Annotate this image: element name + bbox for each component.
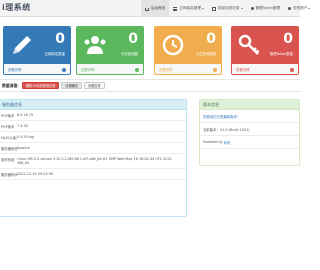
nav-check-records[interactable]: 绑定检测记录: [208, 0, 247, 17]
nav-records-label: 绑定检测记录: [217, 6, 240, 10]
user-icon: [250, 7, 254, 10]
view-details-label: 查看详情: [81, 68, 95, 72]
stat-card-header: 0 正网绑定数量: [4, 27, 70, 64]
view-details-label: 查看详情: [8, 68, 22, 72]
chevron-down-icon: [240, 8, 243, 9]
info-key: 服务器软件: [1, 146, 17, 151]
view-details-label: 查看详情: [236, 68, 250, 72]
nav-domain-management[interactable]: 正网域名管理: [169, 0, 208, 17]
chevron-down-icon: [201, 8, 204, 9]
current-version-row: 当前版本：V1.0 (Build 1001): [200, 123, 299, 136]
powered-by-row: Powered by 彩虹: [200, 136, 299, 149]
top-navbar: i理系统 后台首页 正网域名管理 绑定检测记录 管理Token管理 您的账户: [0, 0, 311, 17]
users-icon: [84, 36, 106, 54]
stat-label: 今日检测数: [121, 52, 138, 56]
clock-icon: [162, 34, 184, 56]
info-value: Apache: [17, 145, 30, 150]
server-info-title: 服务器信息: [0, 100, 186, 110]
info-row: PHP版本 7.4.30: [0, 121, 186, 132]
delete-old-records-button[interactable]: 删除15天前检测记录: [21, 82, 60, 89]
app-title[interactable]: i理系统: [2, 2, 31, 13]
stat-card-bindings: 0 正网绑定数量 查看详情 ›: [3, 26, 71, 75]
info-value: 8.0.18,75: [17, 112, 34, 117]
info-row: 服务器时间 2022-11-10 09:23:56: [0, 169, 186, 181]
pencil-icon: [13, 36, 31, 54]
nav-account[interactable]: 您的账户: [284, 0, 314, 17]
version-info-title: 版本信息: [200, 100, 299, 110]
powered-by-text: Powered by: [203, 140, 223, 144]
info-value: 2022-11-10 09:23:56: [17, 171, 54, 176]
stat-label: 正网绑定数量: [44, 52, 65, 56]
info-key: MySQL版本: [1, 135, 17, 140]
key-icon: [238, 34, 260, 55]
chevron-down-icon: [308, 8, 311, 9]
powered-by-link[interactable]: 彩虹: [224, 140, 231, 145]
info-value: Linux VM-0-3-centos 3.10.0-1160.66.1.el7…: [17, 156, 172, 166]
info-key: PHP版本: [1, 113, 15, 118]
nav-token-label: 管理Token管理: [255, 6, 281, 10]
stat-card-header: 0 管理Token数量: [232, 27, 298, 64]
nav-home[interactable]: 后台首页: [141, 0, 170, 17]
stat-label: 管理Token数量: [269, 52, 293, 56]
arrow-right-icon: ›: [62, 67, 66, 72]
clear-files-button[interactable]: 清理文件: [84, 82, 105, 89]
data-cleanup-label: 数据清理:: [2, 82, 19, 88]
stat-card-tokens: 0 管理Token数量 查看详情 ›: [231, 26, 299, 75]
clear-cache-button[interactable]: 清理缓存: [61, 82, 83, 89]
stat-value: 0: [283, 31, 293, 47]
server-info-panel: 服务器信息 PHP版本 8.0.18,75 PHP版本 7.4.30 MySQL…: [0, 99, 187, 217]
info-key: 服务器时间: [1, 172, 17, 177]
view-details-label: 查看详情: [159, 68, 173, 72]
info-row: PHP版本 8.0.18,75: [0, 110, 186, 121]
arrow-right-icon: ›: [213, 67, 217, 72]
version-info-panel: 版本信息 您使用的已是最新版本！ 当前版本：V1.0 (Build 1001) …: [199, 99, 300, 166]
stat-card-header: 0 今日检测数: [77, 27, 143, 64]
arrow-right-icon: ›: [290, 67, 294, 72]
view-details-link[interactable]: 查看详情 ›: [155, 64, 221, 74]
info-value: 5.5.55-log: [17, 134, 35, 139]
main-nav: 后台首页 正网域名管理 绑定检测记录 管理Token管理 您的账户: [141, 0, 314, 17]
stat-value: 0: [55, 31, 65, 47]
latest-version-notice[interactable]: 您使用的已是最新版本！: [203, 114, 240, 119]
stat-value: 0: [206, 31, 216, 47]
stat-card-checks: 0 今日检测数 查看详情 ›: [76, 26, 144, 75]
nav-account-label: 您的账户: [293, 6, 308, 10]
nav-domain-label: 正网域名管理: [179, 6, 201, 10]
view-details-link[interactable]: 查看详情 ›: [77, 64, 143, 74]
arrow-right-icon: ›: [135, 67, 139, 72]
info-row: MySQL版本 5.5.55-log: [0, 132, 186, 143]
home-icon: [145, 7, 149, 11]
stat-card-queries: 0 今日查询数量 查看详情 ›: [154, 26, 222, 75]
current-version-text: 当前版本：V1.0 (Build 1001): [203, 127, 250, 132]
nav-home-label: 后台首页: [151, 6, 166, 10]
version-status-row: 您使用的已是最新版本！: [200, 110, 299, 123]
stat-label: 今日查询数量: [195, 52, 216, 56]
calendar-icon: [211, 6, 216, 11]
view-details-link[interactable]: 查看详情 ›: [232, 64, 298, 74]
stat-card-header: 0 今日查询数量: [155, 27, 221, 64]
list-icon: [173, 6, 178, 11]
info-row: 操作系统 Linux VM-0-3-centos 3.10.0-1160.66.…: [0, 154, 186, 170]
data-cleanup-bar: 数据清理: 删除15天前检测记录 清理缓存 清理文件: [0, 79, 300, 92]
nav-token-management[interactable]: 管理Token管理: [247, 0, 285, 17]
view-details-link[interactable]: 查看详情 ›: [4, 64, 70, 74]
info-key: 操作系统: [1, 157, 15, 162]
stat-value: 0: [128, 31, 138, 47]
info-value: 7.4.30: [17, 123, 28, 128]
info-row: 服务器软件 Apache: [0, 143, 186, 154]
info-key: PHP版本: [1, 124, 15, 129]
user-icon: [288, 7, 292, 10]
